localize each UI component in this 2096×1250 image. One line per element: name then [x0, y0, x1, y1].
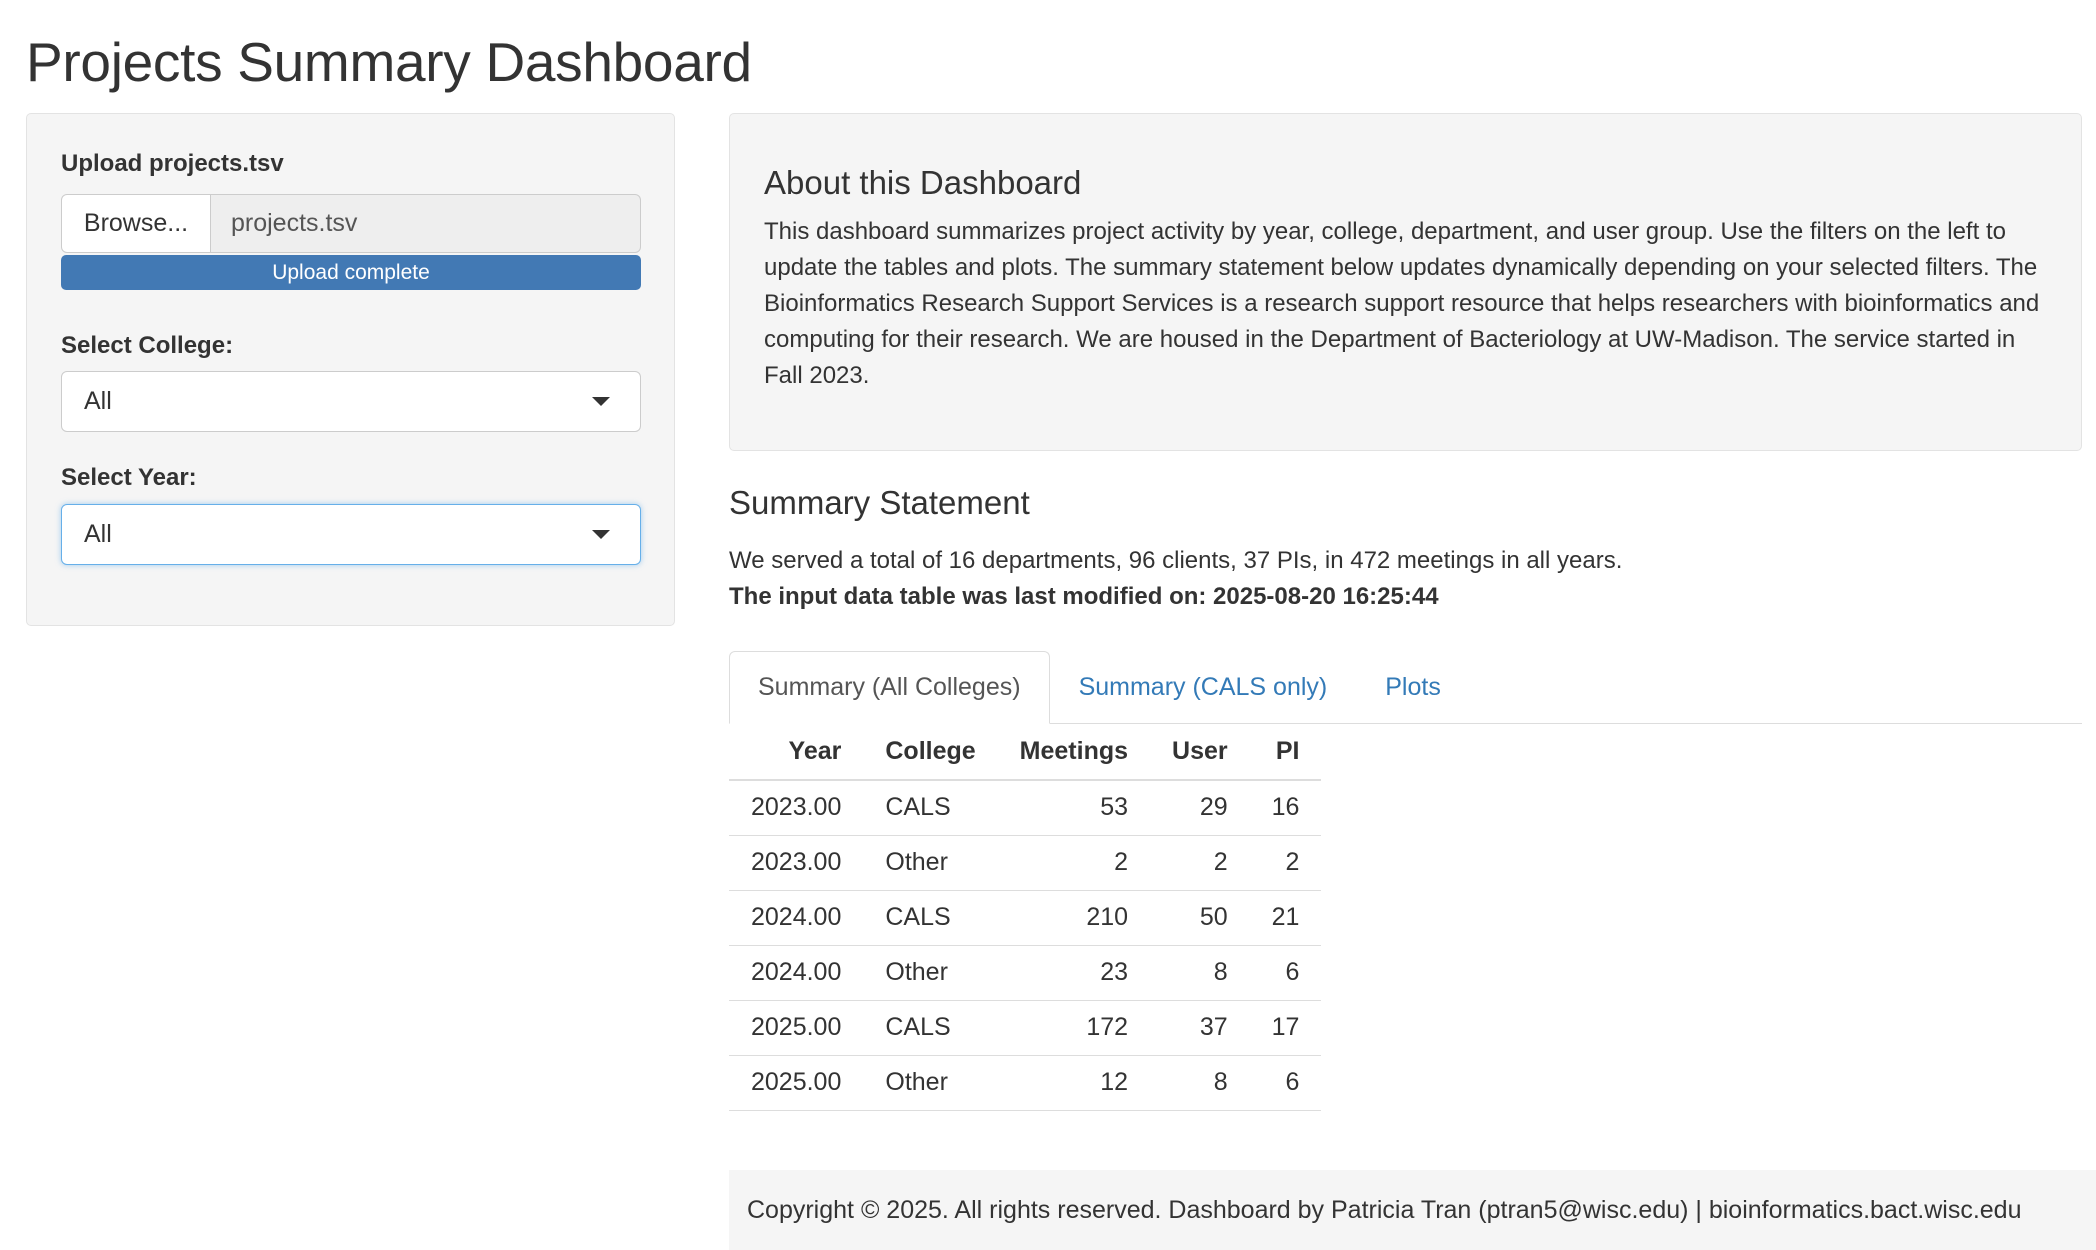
file-name-field[interactable] — [211, 194, 641, 253]
tab-summary-cals-only[interactable]: Summary (CALS only) — [1050, 651, 1357, 724]
cell-college: Other — [863, 835, 998, 891]
caret-down-icon — [592, 397, 610, 406]
cell-user: 50 — [1150, 890, 1250, 946]
cell-year: 2025.00 — [729, 1000, 864, 1056]
footer-text: Copyright © 2025. All rights reserved. D… — [747, 1195, 2022, 1224]
table-row: 2025.00 Other 12 8 6 — [729, 1055, 1322, 1111]
table-row: 2024.00 Other 23 8 6 — [729, 945, 1322, 1001]
header-college: College — [863, 724, 998, 781]
cell-pi: 6 — [1249, 945, 1322, 1001]
summary-table: Year College Meetings User PI 2023.00 CA… — [729, 724, 1322, 1111]
year-select-value: All — [84, 520, 112, 548]
header-pi: PI — [1249, 724, 1322, 781]
cell-pi: 6 — [1249, 1055, 1322, 1111]
college-select[interactable]: All — [61, 371, 641, 432]
cell-year: 2024.00 — [729, 945, 864, 1001]
table-header-row: Year College Meetings User PI — [729, 724, 1322, 781]
cell-year: 2023.00 — [729, 780, 864, 836]
cell-college: CALS — [863, 1000, 998, 1056]
upload-progress-fill: Upload complete — [61, 255, 641, 290]
cell-year: 2025.00 — [729, 1055, 864, 1111]
cell-meetings: 2 — [997, 835, 1151, 891]
cell-pi: 17 — [1249, 1000, 1322, 1056]
file-upload-group: Browse... — [61, 194, 641, 253]
summary-heading: Summary Statement — [729, 484, 1030, 521]
footer: Copyright © 2025. All rights reserved. D… — [729, 1170, 2096, 1250]
cell-user: 2 — [1150, 835, 1250, 891]
cell-year: 2023.00 — [729, 835, 864, 891]
cell-pi: 16 — [1249, 780, 1322, 836]
college-select-value: All — [84, 387, 112, 415]
tab-bar: Summary (All Colleges) Summary (CALS onl… — [729, 651, 2082, 724]
cell-college: CALS — [863, 780, 998, 836]
upload-progress-bar: Upload complete — [61, 255, 641, 290]
table-row: 2023.00 Other 2 2 2 — [729, 835, 1322, 891]
about-panel: About this Dashboard This dashboard summ… — [729, 113, 2082, 451]
table-row: 2025.00 CALS 172 37 17 — [729, 1000, 1322, 1056]
year-select[interactable]: All — [61, 504, 641, 565]
cell-user: 8 — [1150, 945, 1250, 1001]
cell-meetings: 53 — [997, 780, 1151, 836]
summary-statement-text: We served a total of 16 departments, 96 … — [729, 547, 1623, 574]
about-title: About this Dashboard — [764, 164, 1082, 201]
page-title: Projects Summary Dashboard — [26, 31, 752, 93]
tab-plots[interactable]: Plots — [1356, 651, 1470, 724]
cell-user: 29 — [1150, 780, 1250, 836]
year-select-label: Select Year: — [61, 464, 197, 491]
cell-pi: 21 — [1249, 890, 1322, 946]
cell-user: 37 — [1150, 1000, 1250, 1056]
cell-user: 8 — [1150, 1055, 1250, 1111]
upload-label: Upload projects.tsv — [61, 150, 284, 177]
header-meetings: Meetings — [997, 724, 1151, 781]
about-text: This dashboard summarizes project activi… — [764, 218, 2040, 389]
summary-statement: We served a total of 16 departments, 96 … — [729, 543, 1622, 615]
browse-button[interactable]: Browse... — [61, 194, 211, 253]
header-year: Year — [729, 724, 864, 781]
caret-down-icon — [592, 530, 610, 539]
last-modified-text: The input data table was last modified o… — [729, 583, 1439, 610]
cell-college: Other — [863, 945, 998, 1001]
table-row: 2024.00 CALS 210 50 21 — [729, 890, 1322, 946]
cell-meetings: 23 — [997, 945, 1151, 1001]
cell-college: Other — [863, 1055, 998, 1111]
cell-year: 2024.00 — [729, 890, 864, 946]
tab-summary-all-colleges[interactable]: Summary (All Colleges) — [729, 651, 1050, 724]
table-row: 2023.00 CALS 53 29 16 — [729, 780, 1322, 836]
sidebar-panel: Upload projects.tsv Browse... Upload com… — [26, 113, 675, 626]
cell-college: CALS — [863, 890, 998, 946]
cell-meetings: 172 — [997, 1000, 1151, 1056]
header-user: User — [1150, 724, 1250, 781]
cell-meetings: 210 — [997, 890, 1151, 946]
cell-pi: 2 — [1249, 835, 1322, 891]
cell-meetings: 12 — [997, 1055, 1151, 1111]
college-select-label: Select College: — [61, 332, 234, 359]
